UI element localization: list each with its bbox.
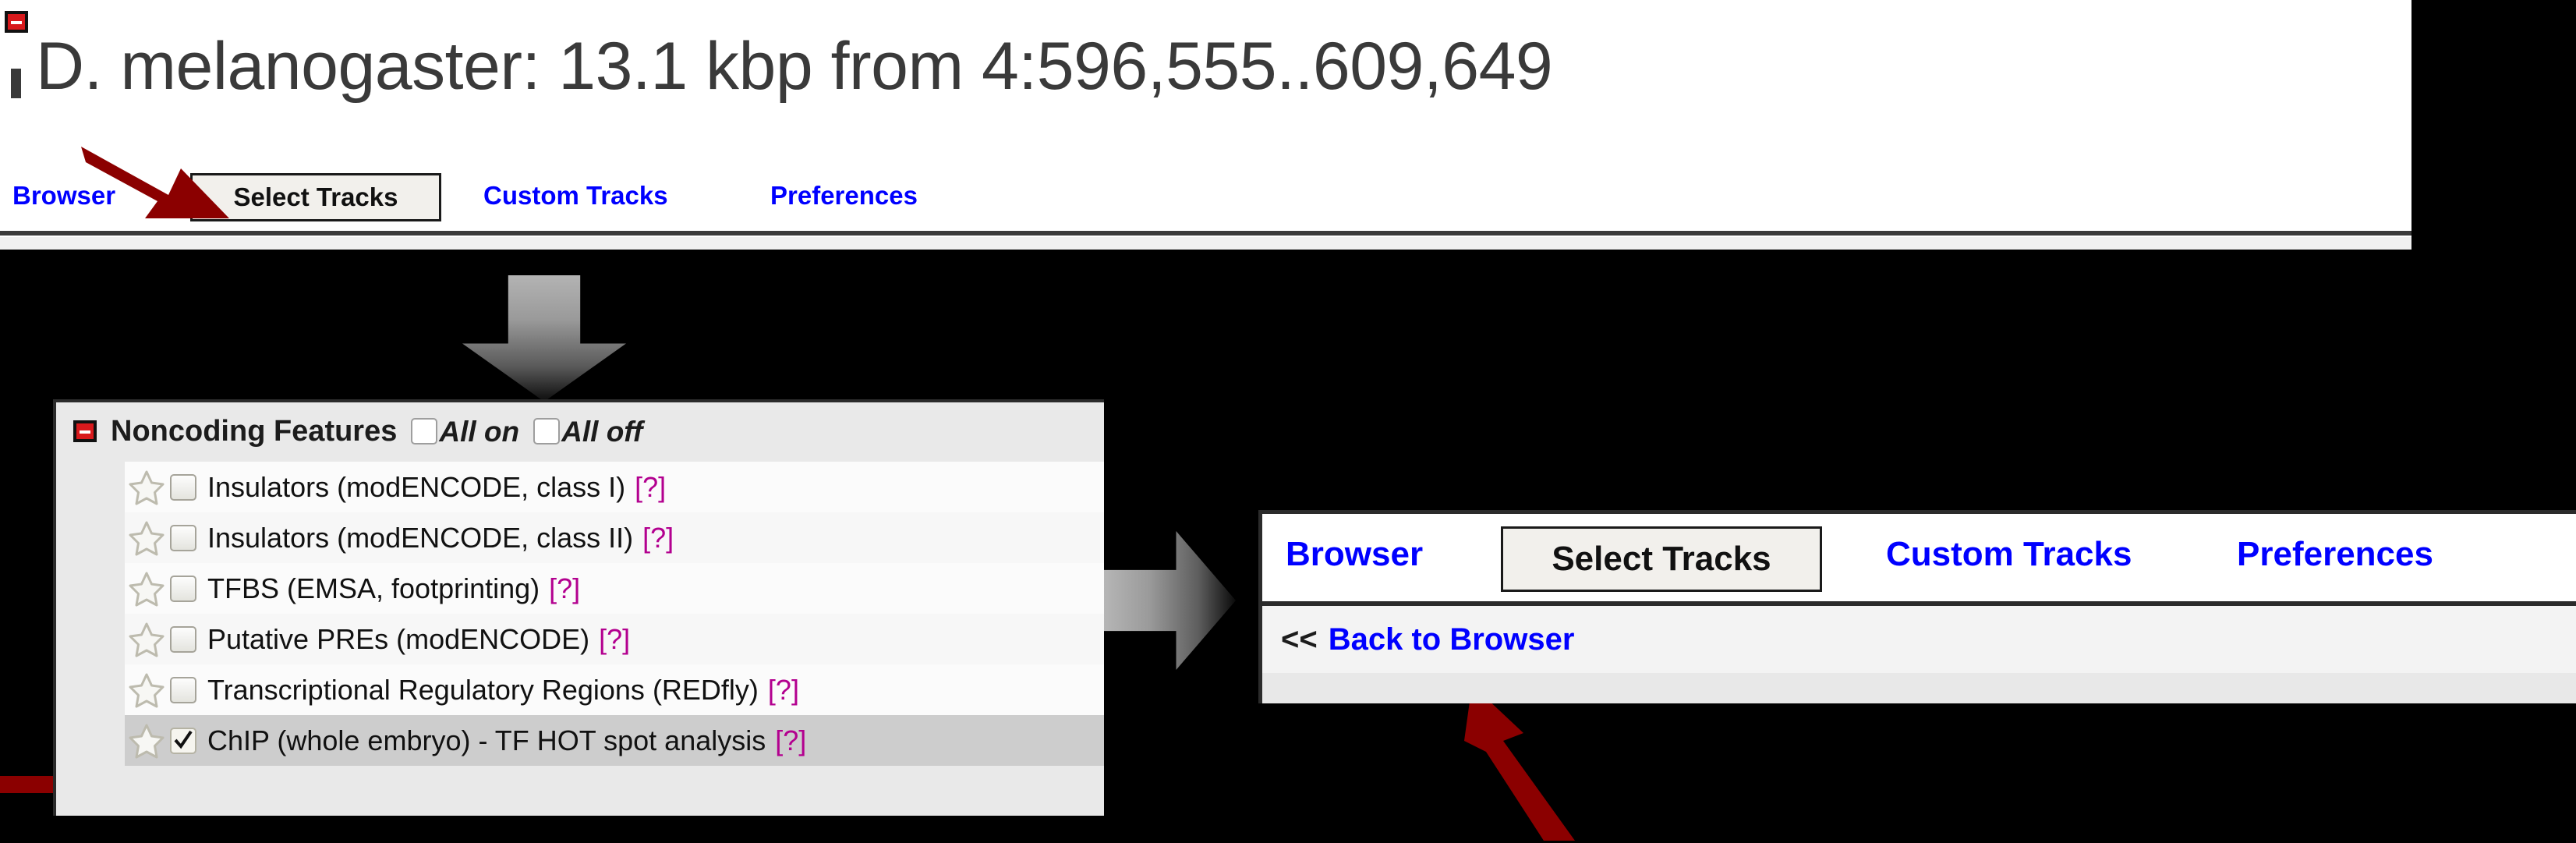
decorative-bar — [11, 69, 21, 98]
tab-custom-tracks[interactable]: Custom Tracks — [1886, 537, 2132, 572]
tab-preferences[interactable]: Preferences — [770, 182, 918, 208]
page-title: D. melanogaster: 13.1 kbp from 4:596,555… — [36, 29, 1553, 104]
track-checkbox[interactable] — [170, 676, 196, 703]
back-to-browser-bar[interactable]: << Back to Browser — [1262, 606, 2576, 673]
tab-select-tracks[interactable]: Select Tracks — [1501, 526, 1822, 592]
track-checkbox[interactable] — [170, 575, 196, 602]
track-label: Insulators (modENCODE, class I) — [207, 470, 626, 503]
track-checkbox[interactable] — [170, 727, 196, 754]
panel-footer-strip — [1262, 673, 2576, 703]
favorite-star-icon[interactable] — [128, 723, 165, 759]
tab-browser[interactable]: Browser — [1286, 537, 1423, 572]
all-off-label[interactable]: All off — [561, 417, 642, 446]
minus-box-icon[interactable] — [73, 420, 97, 442]
noncoding-features-panel: Noncoding Features All on All off Insula… — [53, 399, 1104, 816]
track-row[interactable]: Putative PREs (modENCODE) [?] — [125, 614, 1104, 664]
select-tracks-panel: Browser Select Tracks Custom Tracks Pref… — [1258, 510, 2576, 703]
tab-preferences[interactable]: Preferences — [2237, 537, 2433, 572]
noncoding-features-header: Noncoding Features All on All off — [56, 402, 1104, 460]
track-row[interactable]: TFBS (EMSA, footprinting) [?] — [125, 563, 1104, 614]
section-title: Noncoding Features — [111, 415, 398, 448]
down-arrow-icon — [462, 275, 626, 402]
track-row[interactable]: Insulators (modENCODE, class II) [?] — [125, 512, 1104, 563]
track-list: Insulators (modENCODE, class I) [?] Insu… — [125, 462, 1104, 816]
favorite-star-icon[interactable] — [128, 571, 165, 607]
top-tab-bar: Browser Select Tracks Custom Tracks Pref… — [0, 173, 2411, 221]
minus-glyph — [80, 430, 90, 434]
tab-custom-tracks[interactable]: Custom Tracks — [483, 182, 668, 208]
track-help-link[interactable]: [?] — [635, 473, 666, 501]
all-on-label[interactable]: All on — [439, 417, 519, 446]
favorite-star-icon[interactable] — [128, 622, 165, 657]
track-help-link[interactable]: [?] — [599, 625, 630, 654]
track-help-link[interactable]: [?] — [642, 523, 674, 552]
pointer-arrow-icon — [1464, 685, 1575, 841]
track-help-link[interactable]: [?] — [768, 675, 799, 704]
track-row[interactable]: Transcriptional Regulatory Regions (REDf… — [125, 664, 1104, 715]
back-to-browser-link[interactable]: Back to Browser — [1329, 624, 1575, 655]
favorite-star-icon[interactable] — [128, 672, 165, 708]
pointer-arrow-icon — [81, 147, 229, 218]
track-row[interactable]: ChIP (whole embryo) - TF HOT spot analys… — [125, 715, 1104, 766]
track-label: Insulators (modENCODE, class II) — [207, 521, 634, 554]
track-checkbox[interactable] — [170, 473, 196, 501]
header-divider — [0, 231, 2411, 236]
header-divider-shadow — [0, 237, 2411, 250]
chevron-left-double-icon: << — [1281, 622, 1318, 657]
track-help-link[interactable]: [?] — [775, 726, 806, 755]
browser-header-panel: D. melanogaster: 13.1 kbp from 4:596,555… — [0, 0, 2411, 250]
favorite-star-icon[interactable] — [128, 469, 165, 505]
select-tracks-tab-bar: Browser Select Tracks Custom Tracks Pref… — [1262, 514, 2576, 601]
minus-glyph — [11, 21, 22, 24]
right-arrow-icon — [1103, 531, 1236, 670]
track-label: TFBS (EMSA, footprinting) — [207, 572, 540, 604]
track-label: Putative PREs (modENCODE) — [207, 622, 590, 655]
all-off-checkbox[interactable] — [533, 418, 561, 445]
all-on-checkbox[interactable] — [411, 418, 438, 445]
minus-box-icon[interactable] — [5, 11, 28, 33]
track-checkbox[interactable] — [170, 625, 196, 653]
track-help-link[interactable]: [?] — [549, 574, 580, 603]
favorite-star-icon[interactable] — [128, 520, 165, 556]
track-checkbox[interactable] — [170, 524, 196, 551]
track-label: ChIP (whole embryo) - TF HOT spot analys… — [207, 724, 766, 756]
checkmark-icon — [174, 730, 193, 749]
track-row[interactable]: Insulators (modENCODE, class I) [?] — [125, 462, 1104, 512]
track-label: Transcriptional Regulatory Regions (REDf… — [207, 673, 759, 706]
